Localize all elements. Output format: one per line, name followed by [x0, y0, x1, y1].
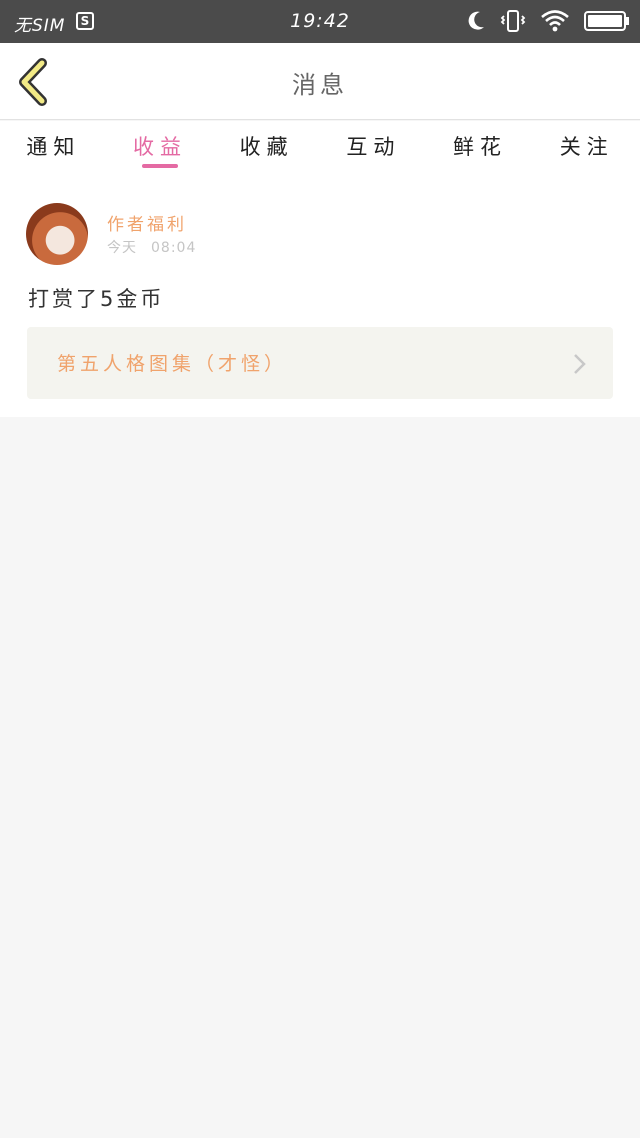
linked-work-button[interactable]: 第五人格图集（才怪） [27, 327, 613, 399]
message-date: 今天 [107, 240, 137, 256]
tab-flowers[interactable]: 鲜花 [427, 121, 534, 176]
tab-interactions[interactable]: 互动 [320, 121, 427, 176]
vibrate-icon [500, 9, 526, 33]
chevron-right-icon [573, 353, 587, 379]
avatar[interactable] [26, 203, 88, 265]
sender-name[interactable]: 作者福利 [107, 210, 187, 235]
page-title: 消息 [292, 71, 348, 99]
message-card: 作者福利 今天 08:04 打赏了5金币 第五人格图集（才怪） [0, 176, 640, 417]
message-tabs: 通知 收益 收藏 互动 鲜花 关注 [0, 121, 640, 176]
tab-label: 收藏 [239, 135, 294, 159]
moon-icon [466, 10, 486, 32]
message-text: 打赏了5金币 [28, 287, 165, 311]
tab-label: 互动 [346, 135, 401, 159]
battery-icon [584, 10, 630, 32]
status-bar: 无SIM S 19:42 [0, 0, 640, 43]
status-icons [466, 9, 630, 33]
active-tab-indicator [142, 164, 178, 168]
tab-label: 鲜花 [453, 135, 508, 159]
message-time: 08:04 [151, 240, 197, 256]
wifi-icon [540, 9, 570, 33]
tab-notifications[interactable]: 通知 [0, 121, 107, 176]
tab-label: 关注 [559, 135, 614, 159]
tab-follows[interactable]: 关注 [533, 121, 640, 176]
message-timestamp: 今天 08:04 [107, 237, 196, 257]
tab-favorites[interactable]: 收藏 [213, 121, 320, 176]
nav-bar: 消息 [0, 43, 640, 120]
tab-earnings[interactable]: 收益 [107, 121, 214, 176]
linked-work-title: 第五人格图集（才怪） [57, 353, 288, 375]
tab-label: 通知 [26, 135, 81, 159]
tab-label: 收益 [133, 135, 187, 159]
